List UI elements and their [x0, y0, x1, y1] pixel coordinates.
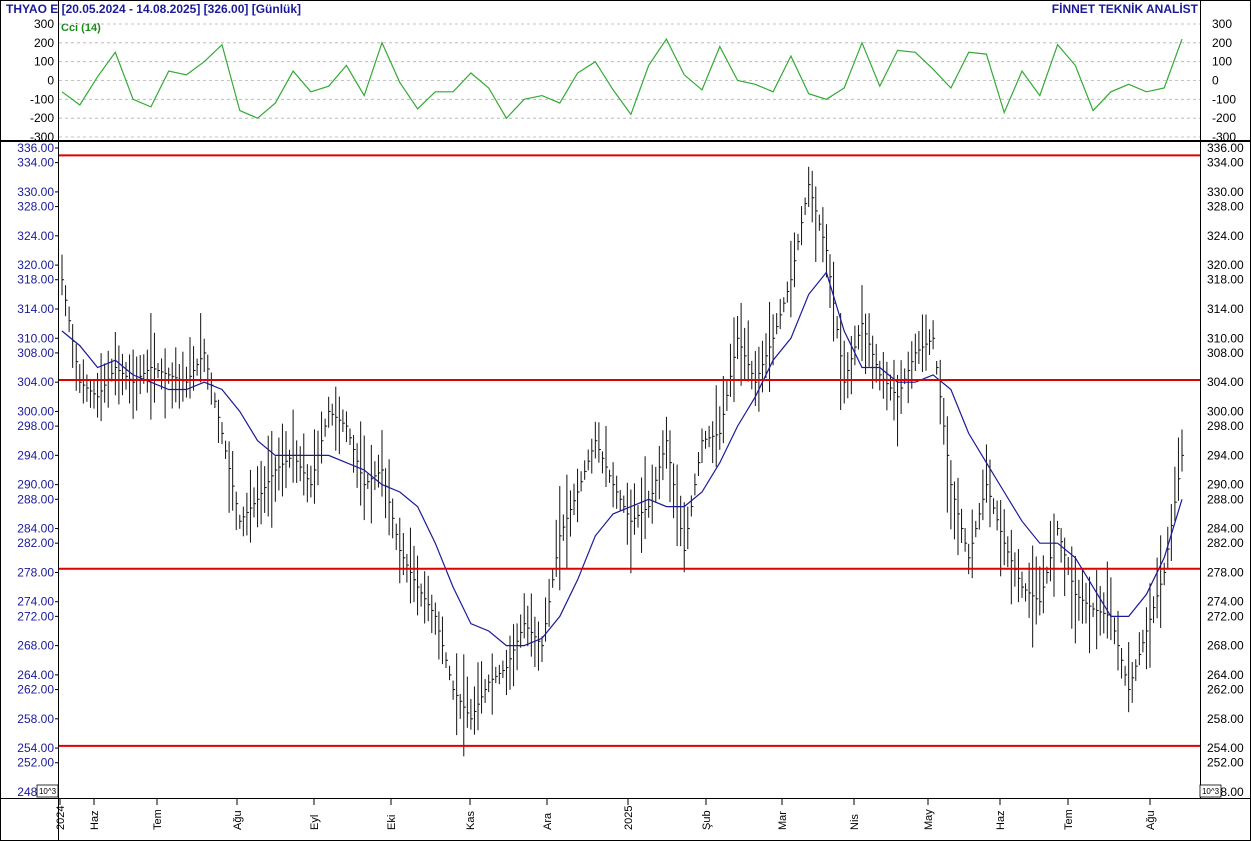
x-tick-label: Eki — [386, 815, 398, 830]
indicator-tick-label-left: -100 — [30, 92, 54, 106]
price-tick-label-right: 262.00 — [1207, 683, 1244, 697]
price-tick-label-right: 334.00 — [1207, 156, 1244, 170]
scale-badge-right: 10^3 — [1202, 787, 1220, 796]
x-tick-label: Şub — [701, 810, 713, 830]
price-tick-label-left: 320.00 — [17, 258, 54, 272]
chart-title: THYAO E [20.05.2024 - 14.08.2025] [326.0… — [6, 2, 301, 16]
price-tick-label-right: 272.00 — [1207, 609, 1244, 623]
price-tick-label-right: 308.00 — [1207, 346, 1244, 360]
indicator-tick-label-right: 100 — [1212, 55, 1232, 69]
price-tick-label-right: 314.00 — [1207, 302, 1244, 316]
price-tick-label-right: 298.00 — [1207, 419, 1244, 433]
x-tick-label: Kas — [465, 811, 477, 830]
x-tick-label: Haz — [89, 810, 101, 830]
moving-average-line — [61, 271, 1183, 647]
scale-badge-left: 10^3 — [39, 787, 57, 796]
price-tick-label-right: 310.00 — [1207, 331, 1244, 345]
price-tick-label-left: 264.00 — [17, 668, 54, 682]
price-tick-label-right: 284.00 — [1207, 522, 1244, 536]
indicator-tick-label-right: 300 — [1212, 17, 1232, 31]
indicator-tick-label-right: 0 — [1212, 74, 1219, 88]
price-tick-label-left: 252.00 — [17, 756, 54, 770]
indicator-panel-frame — [0, 0, 1251, 141]
x-tick-label: Tem — [1063, 809, 1075, 830]
x-tick-label: Nis — [849, 814, 861, 830]
price-tick-label-right: 294.00 — [1207, 448, 1244, 462]
price-tick-label-left: 284.00 — [17, 522, 54, 536]
price-tick-label-right: 300.00 — [1207, 404, 1244, 418]
brand-label: FİNNET TEKNİK ANALİST — [1052, 1, 1199, 16]
price-tick-label-left: 262.00 — [17, 683, 54, 697]
price-tick-label-left: 304.00 — [17, 375, 54, 389]
price-tick-label-right: 290.00 — [1207, 478, 1244, 492]
price-tick-label-left: 254.00 — [17, 741, 54, 755]
price-tick-label-left: 258.00 — [17, 712, 54, 726]
x-tick-label: Ara — [542, 812, 554, 830]
price-tick-label-right: 264.00 — [1207, 668, 1244, 682]
x-tick-label: 2024 — [55, 806, 67, 830]
price-tick-label-left: 308.00 — [17, 346, 54, 360]
indicator-tick-label-left: 0 — [47, 74, 54, 88]
price-tick-label-right: 330.00 — [1207, 185, 1244, 199]
price-tick-label-left: 282.00 — [17, 536, 54, 550]
price-tick-label-left: 318.00 — [17, 273, 54, 287]
price-y-ticks: 248.00 248.00252.00 252.00254.00 254.00258.… — [17, 141, 1244, 799]
price-tick-label-left: 310.00 — [17, 331, 54, 345]
indicator-tick-label-right: 200 — [1212, 36, 1232, 50]
price-tick-label-left: 274.00 — [17, 595, 54, 609]
price-tick-label-left: 290.00 — [17, 478, 54, 492]
x-tick-label: Ağu — [1145, 810, 1157, 830]
price-tick-label-left: 294.00 — [17, 448, 54, 462]
price-tick-label-right: 324.00 — [1207, 229, 1244, 243]
price-tick-label-left: 330.00 — [17, 185, 54, 199]
price-tick-label-right: 252.00 — [1207, 756, 1244, 770]
price-tick-label-right: 288.00 — [1207, 492, 1244, 506]
price-tick-label-left: 278.00 — [17, 565, 54, 579]
x-tick-label: Tem — [152, 809, 164, 830]
price-tick-label-right: 258.00 — [1207, 712, 1244, 726]
price-tick-label-right: 318.00 — [1207, 273, 1244, 287]
price-tick-label-left: 272.00 — [17, 609, 54, 623]
price-tick-label-right: 304.00 — [1207, 375, 1244, 389]
price-tick-label-left: 336.00 — [17, 141, 54, 155]
moving-average-series — [61, 271, 1183, 647]
x-tick-label: Eyl — [309, 815, 321, 830]
indicator-tick-label-left: 200 — [34, 36, 54, 50]
indicator-tick-label-right: -100 — [1212, 92, 1236, 106]
price-tick-label-right: 278.00 — [1207, 565, 1244, 579]
price-tick-label-right: 274.00 — [1207, 595, 1244, 609]
price-tick-label-left: 300.00 — [17, 404, 54, 418]
x-tick-label: Mar — [777, 811, 789, 830]
indicator-tick-label-left: 100 — [34, 55, 54, 69]
x-tick-label: May — [923, 809, 935, 830]
horizontal-levels — [59, 154, 1200, 747]
indicator-tick-label-left: -200 — [30, 111, 54, 125]
price-tick-label-right: 320.00 — [1207, 258, 1244, 272]
chart-canvas: THYAO E [20.05.2024 - 14.08.2025] [326.0… — [0, 0, 1251, 841]
cci-line — [61, 37, 1183, 120]
indicator-tick-label-right: -200 — [1212, 111, 1236, 125]
price-tick-label-left: 314.00 — [17, 302, 54, 316]
x-tick-label: Haz — [995, 810, 1007, 830]
price-panel-frame — [0, 141, 1251, 799]
price-tick-label-left: 298.00 — [17, 419, 54, 433]
x-tick-label: Ağu — [232, 810, 244, 830]
price-tick-label-left: 334.00 — [17, 156, 54, 170]
price-tick-label-right: 254.00 — [1207, 741, 1244, 755]
price-tick-label-right: 328.00 — [1207, 200, 1244, 214]
price-tick-label-right: 282.00 — [1207, 536, 1244, 550]
indicator-tick-label-left: 300 — [34, 17, 54, 31]
price-tick-label-right: 336.00 — [1207, 141, 1244, 155]
price-tick-label-left: 288.00 — [17, 492, 54, 506]
price-tick-label-left: 324.00 — [17, 229, 54, 243]
cci-series — [61, 37, 1183, 120]
x-tick-label: 2025 — [623, 806, 635, 830]
price-bars — [61, 166, 1184, 757]
price-tick-label-right: 268.00 — [1207, 639, 1244, 653]
price-tick-label-left: 268.00 — [17, 639, 54, 653]
price-tick-label-left: 328.00 — [17, 200, 54, 214]
x-axis-ticks: 2024 Haz Tem Ağu Eyl Eki Kas Ara 2025 Şub Mar Nis Ma… — [55, 799, 1157, 830]
